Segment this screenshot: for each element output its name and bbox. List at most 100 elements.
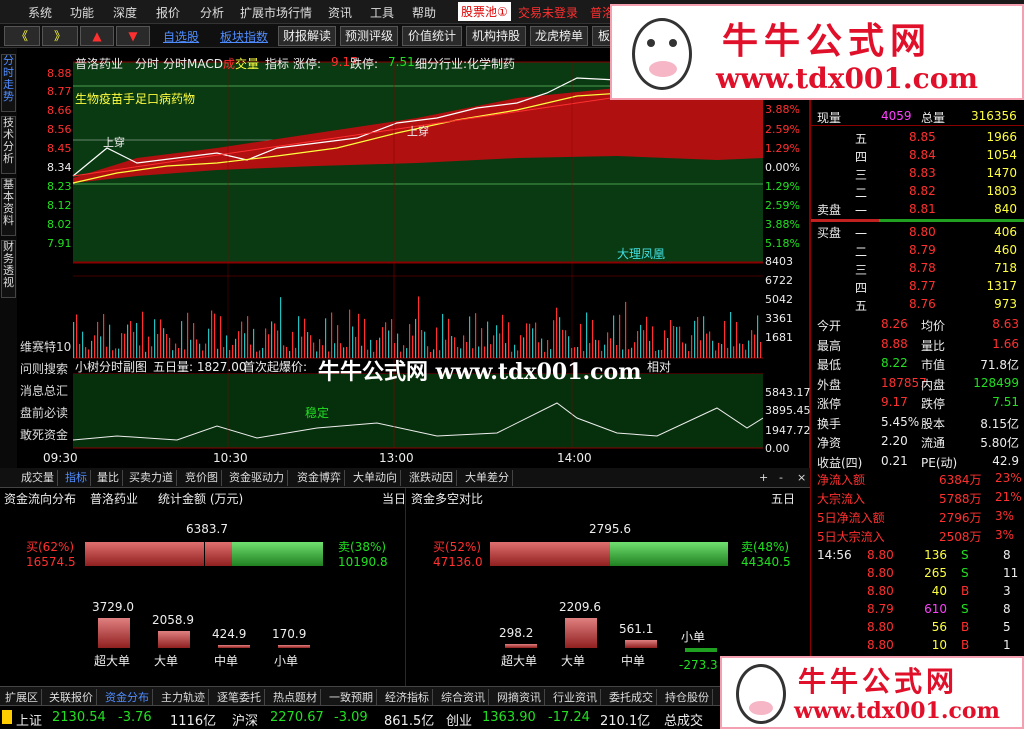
level-label: 三 — [855, 263, 868, 277]
tab-volume-ratio[interactable]: 量比 — [94, 470, 123, 486]
rating-button[interactable]: 预测评级 — [340, 26, 398, 46]
order-level-row[interactable]: 三 8.78 718 — [811, 260, 1024, 278]
report-button[interactable]: 财报解读 — [278, 26, 336, 46]
side-item[interactable]: 敢死资金 — [20, 426, 76, 448]
dragon-list-button[interactable]: 龙虎榜单 — [530, 26, 588, 46]
side-item[interactable]: 消息总汇 — [20, 382, 76, 404]
menu-item-quote[interactable]: 报价 — [156, 4, 180, 21]
volume-bar — [88, 349, 90, 358]
intraday-chart[interactable]: 普洛药业 分时 分时MACD 成 交量 指标 涨停: 9.17 跌停: 7.51… — [17, 48, 811, 468]
cy-label: 创业 — [446, 714, 473, 729]
tab-fund-game[interactable]: 资金博弈 — [294, 470, 345, 486]
order-level-row[interactable]: 五 8.76 973 — [811, 296, 1024, 314]
menu-item-function[interactable]: 功能 — [70, 4, 94, 21]
order-level-row[interactable]: 二 8.82 1803 — [811, 183, 1024, 201]
side-item[interactable]: 盘前必读 — [20, 404, 76, 426]
tab-technical[interactable]: 技术分析 — [1, 116, 16, 174]
menu-item-system[interactable]: 系统 — [28, 4, 52, 21]
next-button[interactable]: 》 — [42, 26, 78, 46]
volume-bar — [115, 348, 117, 358]
tab-big-diff[interactable]: 大单差分 — [462, 470, 513, 486]
menu-item-tools[interactable]: 工具 — [370, 4, 394, 21]
order-level-row[interactable]: 四 8.84 1054 — [811, 147, 1024, 165]
sector-index-link[interactable]: 板块指数 — [220, 28, 268, 45]
stock-pool-button[interactable]: 股票池① — [458, 2, 511, 21]
trade-login-status[interactable]: 交易未登录 — [518, 4, 578, 21]
bottom-tab[interactable]: 资金分布 — [102, 689, 153, 705]
stat-label: 最高 — [817, 338, 842, 353]
volume-bar — [199, 343, 201, 358]
tab-indicator[interactable]: 指标 — [62, 470, 91, 486]
side-item[interactable]: 问则搜索 — [20, 360, 76, 382]
watermark-title: 牛牛公式网 — [722, 20, 933, 62]
tab-intraday[interactable]: 分时走势 — [1, 54, 16, 112]
bottom-tab[interactable]: 持仓股份 — [662, 689, 713, 705]
menu-item-analysis[interactable]: 分析 — [200, 4, 224, 21]
tab-fundamentals[interactable]: 基本资料 — [1, 178, 16, 236]
volume-bar — [508, 322, 510, 358]
bottom-tab[interactable]: 一致预期 — [326, 689, 377, 705]
watchlist-link[interactable]: 自选股 — [163, 28, 199, 45]
mode-intraday[interactable]: 分时 — [135, 55, 159, 72]
prev-button[interactable]: 《 — [4, 26, 40, 46]
volume-bar — [391, 319, 393, 358]
level-price: 8.84 — [909, 148, 936, 162]
bottom-tab[interactable]: 行业资讯 — [550, 689, 601, 705]
stat-label: 量比 — [921, 338, 946, 353]
menu-item-depth[interactable]: 深度 — [113, 4, 137, 21]
menu-item-news[interactable]: 资讯 — [328, 4, 352, 21]
stat-row: 今开 8.26 均价 8.63 — [811, 316, 1024, 334]
order-level-row[interactable]: 一 8.81 840 — [811, 201, 1024, 219]
bottom-tab[interactable]: 网摘资讯 — [494, 689, 545, 705]
tab-big-order[interactable]: 大单动向 — [350, 470, 401, 486]
stat-label: 净资 — [817, 436, 842, 450]
volume-bar — [178, 348, 180, 358]
down-button[interactable]: ▼ — [116, 26, 150, 46]
tab-auction[interactable]: 竞价图 — [182, 470, 222, 486]
bottom-tab[interactable]: 热点题材 — [270, 689, 321, 705]
cow-eye — [669, 39, 677, 47]
hs-amount: 861.5亿 — [384, 714, 435, 729]
sub-chart-tag: 相对 — [647, 360, 672, 374]
volume-bar — [700, 340, 702, 358]
tab-bid-force[interactable]: 买卖力道 — [126, 470, 177, 486]
stat-value: 5.45% — [881, 414, 920, 429]
bottom-tab[interactable]: 逐笔委托 — [214, 689, 265, 705]
bottom-tab[interactable]: 综合资讯 — [438, 689, 489, 705]
pct-tick: 3.88% — [765, 103, 800, 116]
value-stats-button[interactable]: 价值统计 — [402, 26, 462, 46]
volume-bar — [220, 316, 222, 358]
tick-price: 8.80 — [867, 548, 894, 562]
tab-volume[interactable]: 成交量 — [18, 470, 58, 486]
mode-macd[interactable]: 分时MACD — [163, 55, 223, 72]
institution-button[interactable]: 机构持股 — [466, 26, 526, 46]
menu-item-ext-market[interactable]: 扩展市场行情 — [240, 4, 312, 21]
menu-item-help[interactable]: 帮助 — [412, 4, 436, 21]
tab-fund-drive[interactable]: 资金驱动力 — [226, 470, 288, 486]
up-button[interactable]: ▲ — [80, 26, 114, 46]
bottom-tab[interactable]: 扩展区 — [2, 689, 42, 705]
volume-bar — [94, 335, 96, 358]
level-price: 8.77 — [909, 279, 936, 293]
tab-drivers[interactable]: 涨跌动因 — [406, 470, 457, 486]
left-period[interactable]: 当日 — [382, 490, 406, 507]
bottom-tab[interactable]: 关联报价 — [46, 689, 97, 705]
bottom-tab[interactable]: 主力轨迹 — [158, 689, 209, 705]
volume-bar — [712, 340, 714, 358]
panel-close-icon[interactable]: × — [794, 470, 809, 486]
order-level-row[interactable]: 二 8.79 460 — [811, 242, 1024, 260]
order-bar-value: 298.2 — [499, 625, 534, 640]
bottom-tab[interactable]: 委托成交 — [606, 689, 657, 705]
tab-financials[interactable]: 财务透视 — [1, 240, 16, 298]
watermark-overlay: 牛牛公式网 www.tdx001.com — [318, 359, 642, 385]
order-level-row[interactable]: 四 8.77 1317 — [811, 278, 1024, 296]
bottom-tab[interactable]: 经济指标 — [382, 689, 433, 705]
order-level-row[interactable]: 三 8.83 1470 — [811, 165, 1024, 183]
order-level-row[interactable]: 一 8.80 406 — [811, 224, 1024, 242]
panel-minus-icon[interactable]: - — [776, 470, 786, 486]
order-level-row[interactable]: 五 8.85 1966 — [811, 129, 1024, 147]
stat-row: 最低 8.22 市值 71.8亿 — [811, 355, 1024, 373]
side-item[interactable]: 维赛特10 — [20, 338, 76, 360]
right-period[interactable]: 五日 — [771, 490, 795, 507]
panel-add-icon[interactable]: + — [756, 470, 771, 486]
